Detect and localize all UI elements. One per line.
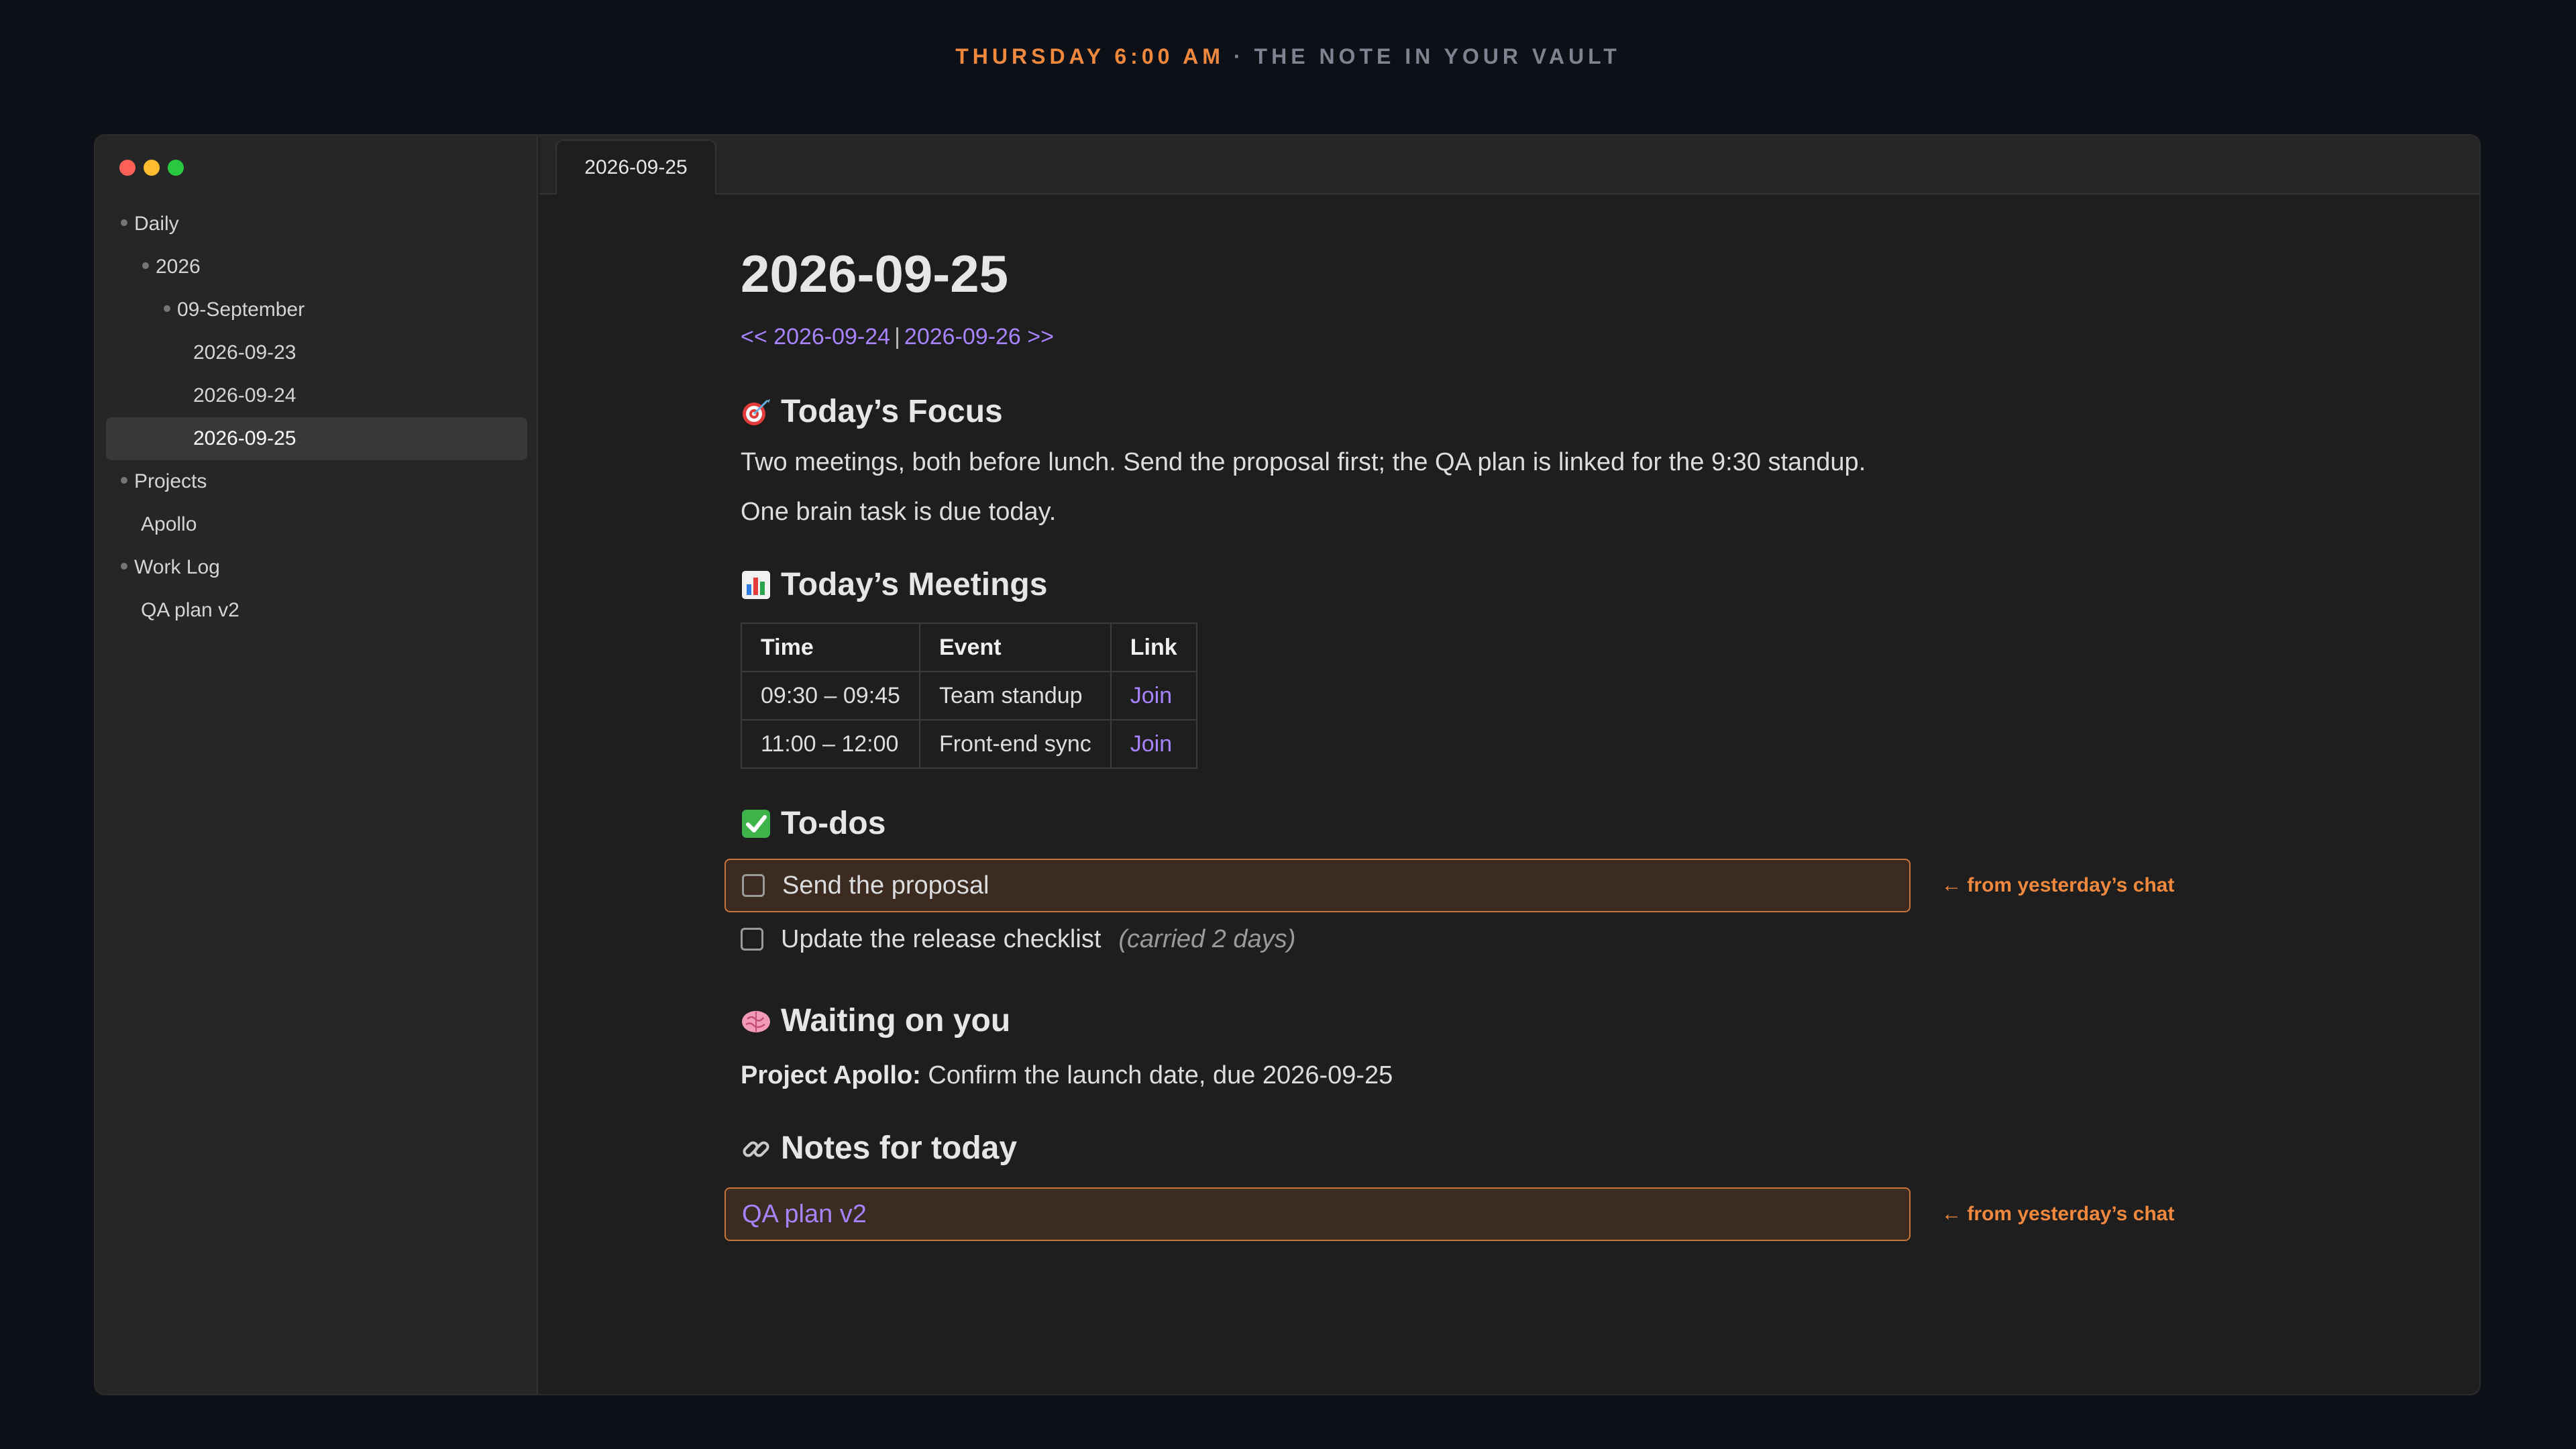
tree-item-label: 2026-09-23 [193, 341, 297, 364]
focus-heading-text: Today’s Focus [781, 394, 1003, 429]
file-2026-09-25[interactable]: 2026-09-25 [106, 417, 527, 460]
chat-annotation: ← from yesterday’s chat [1941, 1203, 2175, 1225]
waiting-section: Waiting on you Project Apollo: Confirm t… [741, 1001, 2418, 1095]
tab-2026-09-25[interactable]: 2026-09-25 [555, 140, 716, 195]
next-day-link[interactable]: 2026-09-26 >> [904, 324, 1054, 350]
tree-item-label: Daily [134, 213, 179, 235]
window-controls [119, 160, 184, 176]
meeting-event: Front-end sync [918, 719, 1112, 769]
meeting-time: 11:00 – 12:00 [741, 719, 920, 769]
folder-work-log[interactable]: Work Log [106, 546, 527, 589]
column-header-link: Link [1110, 623, 1197, 672]
tab-bar: 2026-09-25 [539, 136, 2479, 195]
meeting-time: 09:30 – 09:45 [741, 671, 920, 720]
banner: Thursday 6:00 AM · The note in your vault [0, 44, 2576, 69]
folder-projects[interactable]: Projects [106, 460, 527, 503]
note-link-highlighted: QA plan v2 ← from yesterday’s chat [724, 1187, 2174, 1241]
target-icon [741, 396, 771, 427]
folder-2026[interactable]: 2026 [106, 246, 527, 288]
todo-text: Send the proposal [782, 871, 989, 900]
file-explorer-sidebar: Daily 2026 09-September 2026-09-23 2026-… [95, 136, 538, 1394]
todo-item-highlighted: Send the proposal ← from yesterday’s cha… [724, 859, 2174, 912]
minimize-window-button[interactable] [144, 160, 160, 176]
file-qa-plan-v2[interactable]: QA plan v2 [106, 589, 527, 632]
carried-note: (carried 2 days) [1118, 924, 1296, 953]
maximize-window-button[interactable] [168, 160, 184, 176]
tree-item-label: 2026-09-25 [193, 427, 297, 449]
column-header-time: Time [741, 623, 920, 672]
table-header-row: Time Event Link [741, 623, 1197, 672]
banner-separator: · [1233, 44, 1245, 68]
focus-line-1: Two meetings, both before lunch. Send th… [741, 448, 1866, 476]
nav-divider: | [894, 324, 900, 350]
close-window-button[interactable] [119, 160, 136, 176]
collapse-icon [121, 477, 127, 484]
join-link[interactable]: Join [1110, 719, 1197, 769]
bar-chart-icon [741, 570, 771, 600]
tree-item-label: Projects [134, 470, 207, 492]
todo-checkbox[interactable] [742, 874, 765, 897]
todo-item: Update the release checklist (carried 2 … [741, 912, 2418, 966]
file-tree: Daily 2026 09-September 2026-09-23 2026-… [106, 203, 527, 632]
collapse-icon [142, 262, 149, 270]
focus-line-2: One brain task is due today. [741, 498, 1057, 526]
qa-plan-link[interactable]: QA plan v2 [742, 1200, 867, 1229]
collapse-icon [164, 305, 170, 313]
waiting-project-label: Project Apollo: [741, 1061, 921, 1089]
focus-section: Today’s Focus Two meetings, both before … [741, 392, 2418, 531]
todo-text: Update the release checklist [781, 924, 1102, 953]
file-2026-09-23[interactable]: 2026-09-23 [106, 331, 527, 374]
daily-nav: << 2026-09-24 | 2026-09-26 >> [741, 322, 2418, 352]
chat-annotation: ← from yesterday’s chat [1941, 874, 2175, 896]
tree-item-label: 2026-09-24 [193, 384, 297, 407]
app-window: Daily 2026 09-September 2026-09-23 2026-… [94, 134, 2481, 1395]
todos-heading-text: To-dos [781, 806, 886, 841]
tree-item-label: 09-September [177, 299, 305, 321]
waiting-task-text: Confirm the launch date, due 2026-09-25 [928, 1061, 1393, 1089]
meetings-heading: Today’s Meetings [741, 565, 2418, 605]
todos-heading: To-dos [741, 804, 2418, 844]
note-title: 2026-09-25 [741, 244, 1008, 303]
focus-heading: Today’s Focus [741, 392, 2418, 432]
tree-item-label: 2026 [156, 256, 201, 278]
table-row: 11:00 – 12:00 Front-end sync Join [741, 719, 1197, 769]
folder-09-september[interactable]: 09-September [106, 288, 527, 331]
collapse-icon [121, 563, 127, 570]
meetings-section: Today’s Meetings Time Event Link 09:30 –… [741, 565, 2418, 769]
meetings-heading-text: Today’s Meetings [781, 567, 1048, 602]
prev-day-link[interactable]: << 2026-09-24 [741, 324, 890, 350]
todos-section: To-dos Send the proposal ← from yesterda… [724, 804, 2418, 966]
folder-daily[interactable]: Daily [106, 203, 527, 246]
meetings-table: Time Event Link 09:30 – 09:45 Team stand… [741, 623, 1197, 769]
tree-item-label: Work Log [134, 556, 220, 578]
banner-time: Thursday 6:00 AM [955, 44, 1224, 68]
tree-item-label: QA plan v2 [141, 599, 239, 621]
banner-caption: The note in your vault [1254, 44, 1621, 68]
table-row: 09:30 – 09:45 Team standup Join [741, 671, 1197, 720]
check-mark-icon [741, 808, 771, 839]
notes-heading: Notes for today [741, 1128, 2418, 1169]
note-editor: 2026-09-25 << 2026-09-24|2026-09-26 >> [724, 195, 2418, 1241]
waiting-item: Project Apollo: Confirm the launch date,… [741, 1056, 2418, 1095]
page: Thursday 6:00 AM · The note in your vault … [0, 0, 2576, 1449]
link-icon [741, 1133, 771, 1164]
todo-checkbox[interactable] [741, 928, 763, 951]
column-header-event: Event [918, 623, 1112, 672]
tree-item-label: Apollo [141, 513, 197, 535]
meeting-event: Team standup [918, 671, 1112, 720]
waiting-heading-text: Waiting on you [781, 1003, 1011, 1038]
collapse-icon [121, 219, 127, 227]
notes-section: Notes for today QA plan v2 ← from yester… [724, 1128, 2418, 1241]
join-link[interactable]: Join [1110, 671, 1197, 720]
brain-icon [741, 1006, 771, 1036]
waiting-heading: Waiting on you [741, 1001, 2418, 1041]
file-apollo[interactable]: Apollo [106, 503, 527, 546]
file-2026-09-24[interactable]: 2026-09-24 [106, 374, 527, 417]
notes-heading-text: Notes for today [781, 1130, 1018, 1166]
